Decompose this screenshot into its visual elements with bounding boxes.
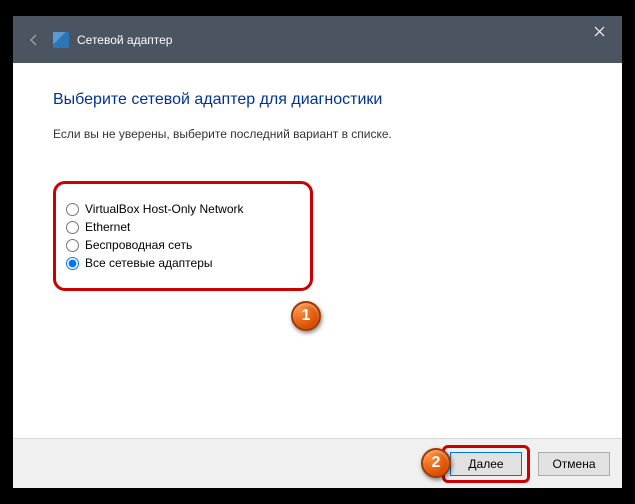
next-button-highlight: Далее (442, 445, 530, 483)
content-area: Выберите сетевой адаптер для диагностики… (13, 63, 622, 438)
footer-bar: Далее Отмена (13, 438, 622, 488)
titlebar: Сетевой адаптер (13, 16, 622, 63)
option-all-adapters[interactable]: Все сетевые адаптеры (66, 256, 298, 270)
cancel-button[interactable]: Отмена (538, 452, 610, 476)
annotation-marker-1: 1 (291, 301, 321, 331)
option-label: VirtualBox Host-Only Network (85, 202, 244, 216)
option-label: Все сетевые адаптеры (85, 256, 213, 270)
close-button[interactable] (577, 16, 622, 46)
adapter-options-group: VirtualBox Host-Only Network Ethernet Бе… (53, 181, 313, 291)
wizard-window: Сетевой адаптер Выберите сетевой адаптер… (13, 16, 622, 488)
option-virtualbox[interactable]: VirtualBox Host-Only Network (66, 202, 298, 216)
option-label: Ethernet (85, 220, 130, 234)
back-icon[interactable] (25, 31, 43, 49)
option-wireless[interactable]: Беспроводная сеть (66, 238, 298, 252)
annotation-marker-2: 2 (421, 448, 451, 478)
page-subtext: Если вы не уверены, выберите последний в… (53, 127, 582, 141)
radio-input[interactable] (66, 239, 79, 252)
option-label: Беспроводная сеть (85, 238, 192, 252)
option-ethernet[interactable]: Ethernet (66, 220, 298, 234)
window-title: Сетевой адаптер (77, 33, 172, 47)
page-heading: Выберите сетевой адаптер для диагностики (53, 91, 582, 109)
radio-input[interactable] (66, 203, 79, 216)
next-button[interactable]: Далее (450, 452, 522, 476)
radio-input[interactable] (66, 257, 79, 270)
network-adapter-icon (53, 32, 69, 48)
radio-input[interactable] (66, 221, 79, 234)
